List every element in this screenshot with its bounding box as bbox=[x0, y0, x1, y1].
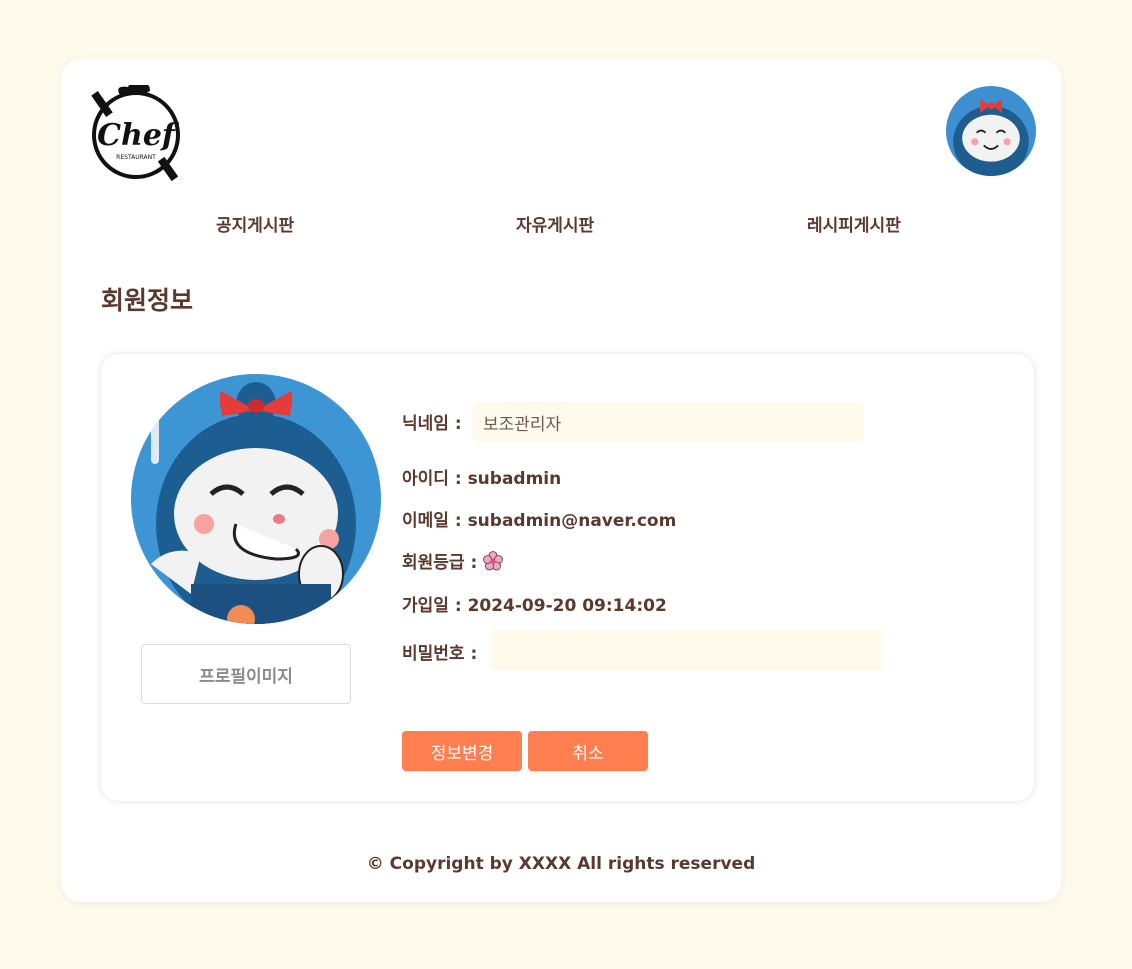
email-value: subadmin@naver.com bbox=[467, 511, 677, 531]
grade-row: 회원등급 : bbox=[402, 548, 504, 576]
cancel-button[interactable]: 취소 bbox=[528, 731, 648, 771]
nav-item-notice-board[interactable]: 공지게시판 bbox=[216, 211, 294, 236]
email-row: 이메일 : subadmin@naver.com bbox=[402, 506, 676, 531]
password-row: 비밀번호 : bbox=[402, 639, 477, 664]
cherry-blossom-icon bbox=[483, 550, 504, 576]
logo-text: Chef bbox=[97, 118, 180, 153]
profile-image bbox=[131, 374, 381, 624]
password-label: 비밀번호 : bbox=[402, 644, 478, 664]
email-label: 이메일 : bbox=[402, 511, 462, 531]
main-nav: 공지게시판 자유게시판 레시피게시판 bbox=[61, 211, 1061, 241]
nickname-input[interactable] bbox=[473, 402, 864, 442]
footer-copyright: © Copyright by XXXX All rights reserved bbox=[366, 854, 756, 874]
nickname-label: 닉네임 : bbox=[402, 414, 462, 434]
joined-value: 2024-09-20 09:14:02 bbox=[467, 596, 667, 616]
grade-label: 회원등급 : bbox=[402, 553, 478, 573]
user-avatar[interactable] bbox=[946, 86, 1036, 176]
page-title: 회원정보 bbox=[101, 286, 194, 315]
update-info-button[interactable]: 정보변경 bbox=[402, 731, 522, 771]
profile-panel: 프로필이미지 닉네임 : 아이디 : subadmin 이메일 : subadm… bbox=[101, 354, 1034, 801]
logo-subtext: RESTAURANT bbox=[116, 154, 156, 161]
nav-item-free-board[interactable]: 자유게시판 bbox=[516, 211, 594, 236]
chef-logo[interactable]: Chef RESTAURANT bbox=[90, 82, 182, 182]
password-input[interactable] bbox=[491, 630, 883, 670]
main-card: Chef RESTAURANT 공지게시판 자유게시판 레시피게시판 회원정보 bbox=[61, 59, 1061, 902]
id-value: subadmin bbox=[467, 469, 562, 489]
joined-label: 가입일 : bbox=[402, 596, 462, 616]
nav-item-recipe-board[interactable]: 레시피게시판 bbox=[807, 211, 901, 236]
profile-image-button[interactable]: 프로필이미지 bbox=[141, 644, 351, 704]
joined-row: 가입일 : 2024-09-20 09:14:02 bbox=[402, 591, 667, 616]
id-label: 아이디 : bbox=[402, 469, 462, 489]
id-row: 아이디 : subadmin bbox=[402, 464, 561, 489]
nickname-row: 닉네임 : bbox=[402, 409, 462, 434]
